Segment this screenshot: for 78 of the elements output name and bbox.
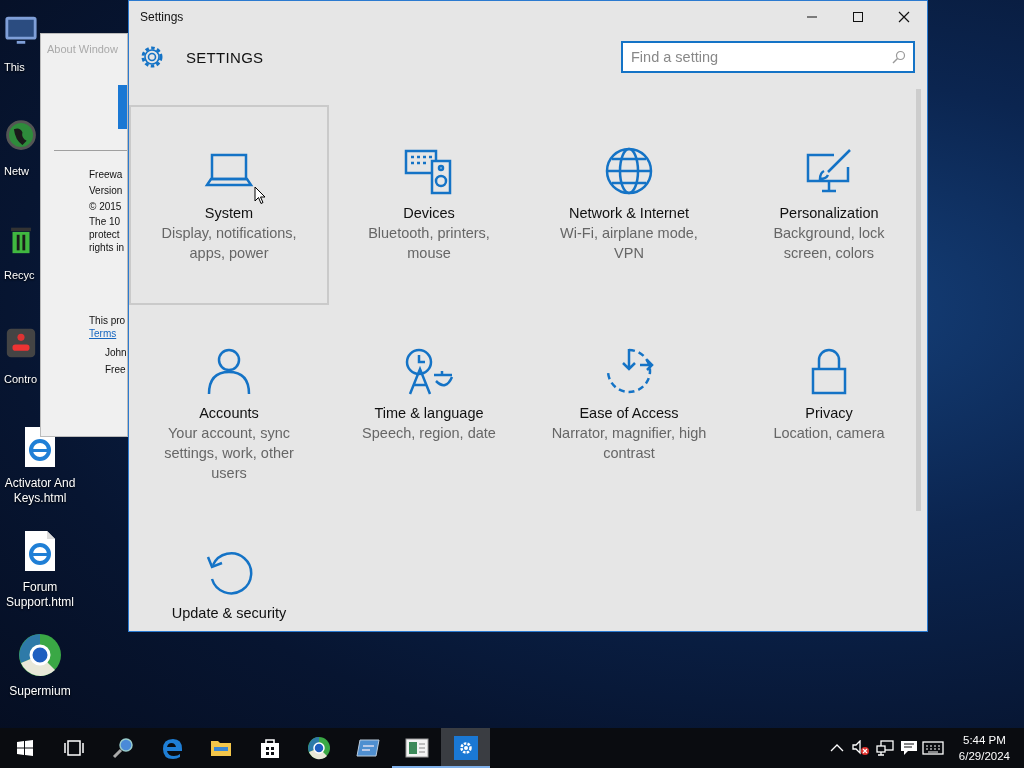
clock-time[interactable]: 5:44 PM bbox=[963, 732, 1006, 748]
desktop-icon-label[interactable]: Forum Support.html bbox=[1, 580, 79, 610]
tile-title: Devices bbox=[403, 204, 455, 223]
message-icon bbox=[899, 740, 918, 756]
task-view-icon bbox=[63, 740, 84, 756]
tile-title: Update & security bbox=[171, 604, 287, 623]
desktop-icon-label[interactable]: Supermium bbox=[1, 684, 79, 699]
window-title: Settings bbox=[140, 10, 185, 24]
network-icon bbox=[875, 740, 894, 756]
tile-description: Background, lock screen, colors bbox=[772, 224, 886, 263]
about-text: Version bbox=[89, 184, 124, 198]
about-text: Free bbox=[104, 363, 127, 377]
terms-link[interactable]: Terms bbox=[89, 327, 117, 340]
settings-tile[interactable]: Update & security bbox=[129, 505, 329, 631]
desktop-icon-label[interactable]: Recyc bbox=[4, 268, 35, 283]
tile-description: Wi-Fi, airplane mode, VPN bbox=[559, 224, 699, 263]
about-text: protect bbox=[89, 228, 121, 241]
desktop-icon-label[interactable]: This bbox=[4, 60, 25, 75]
card-icon bbox=[355, 739, 380, 757]
settings-icon bbox=[139, 44, 165, 70]
tile-title: Accounts bbox=[199, 404, 259, 423]
windows-logo-icon bbox=[16, 740, 33, 756]
tile-title: Time & language bbox=[374, 404, 484, 423]
settings-tile[interactable]: Network & Internet Wi-Fi, airplane mode, VPN bbox=[529, 105, 729, 305]
settings-tile[interactable]: System Display, notifications, apps, power bbox=[129, 105, 329, 305]
about-text: John bbox=[104, 346, 127, 360]
close-icon bbox=[898, 11, 910, 23]
tile-description: Bluetooth, printers, mouse bbox=[367, 224, 491, 263]
settings-tile[interactable]: Time & language Speech, region, date bbox=[329, 305, 529, 505]
settings-tile[interactable]: Ease of Access Narrator, magnifier, high contrast bbox=[529, 305, 729, 505]
tile-description: Location, camera bbox=[773, 424, 885, 443]
tile-title: System bbox=[204, 204, 254, 223]
tile-title: Privacy bbox=[805, 404, 853, 423]
paintbrush-screen-icon bbox=[804, 147, 854, 195]
tile-description: Narrator, magnifier, high contrast bbox=[550, 424, 708, 463]
window-title: About Window bbox=[46, 42, 119, 57]
clock-date[interactable]: 6/29/2024 bbox=[958, 748, 1010, 764]
clock-letter-icon bbox=[404, 347, 454, 395]
desktop-icon-label[interactable]: Netw bbox=[4, 164, 30, 179]
folder-icon bbox=[209, 738, 232, 758]
shopping-bag-icon bbox=[259, 737, 280, 759]
tile-description: Speech, region, date bbox=[362, 424, 496, 443]
settings-icon bbox=[453, 736, 478, 760]
tile-description: Display, notifications, apps, power bbox=[160, 224, 298, 263]
window-app-icon bbox=[404, 738, 429, 758]
settings-tile[interactable]: Personalization Background, lock screen, colors bbox=[729, 105, 927, 305]
edge-browser-icon bbox=[160, 737, 183, 759]
search-icon bbox=[892, 50, 906, 64]
globe-icon bbox=[604, 147, 654, 195]
search-icon bbox=[111, 737, 134, 759]
settings-tile[interactable]: Accounts Your account, sync settings, work, other users bbox=[129, 305, 329, 505]
browser-icon bbox=[306, 736, 331, 760]
tile-title: Personalization bbox=[779, 204, 879, 223]
scrollbar[interactable] bbox=[916, 89, 921, 511]
about-text: © 2015 bbox=[89, 200, 123, 214]
dashed-circle-icon bbox=[604, 347, 654, 395]
search-field[interactable]: Find a setting bbox=[621, 41, 915, 73]
maximize-icon bbox=[852, 11, 864, 23]
about-text: rights in bbox=[89, 241, 125, 254]
web-document-icon bbox=[23, 529, 57, 573]
about-text: Freewa bbox=[89, 168, 124, 182]
tile-title: Ease of Access bbox=[579, 404, 679, 423]
taskbar-button[interactable] bbox=[441, 728, 490, 768]
mouse-pointer-icon bbox=[254, 186, 266, 205]
browser-icon bbox=[17, 632, 63, 678]
tile-description: Your account, sync settings, work, other users bbox=[163, 424, 295, 483]
desktop-icon-label[interactable]: Activator And Keys.html bbox=[1, 476, 79, 506]
settings-tile[interactable]: Privacy Location, camera bbox=[729, 305, 927, 505]
chevron-up-icon bbox=[829, 743, 844, 753]
keyboard-icon bbox=[921, 741, 944, 755]
settings-tile[interactable]: Devices Bluetooth, printers, mouse bbox=[329, 105, 529, 305]
about-text: The 10 bbox=[89, 215, 122, 228]
desktop-icon-label[interactable]: Contro bbox=[4, 372, 38, 387]
about-text: This pro bbox=[89, 314, 127, 327]
keyboard-speaker-icon bbox=[404, 147, 454, 195]
speaker-muted-icon bbox=[851, 740, 870, 756]
tile-title: Network & Internet bbox=[568, 204, 690, 223]
page-heading: SETTINGS bbox=[186, 48, 265, 66]
